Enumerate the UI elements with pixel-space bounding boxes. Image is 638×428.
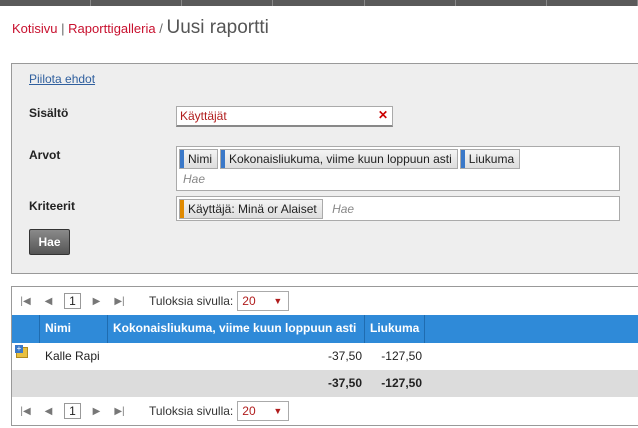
search-button[interactable]: Hae	[29, 229, 70, 255]
pager-top: |◀ ◀ 1 ▶ ▶| Tuloksia sivulla: 20 ▼	[12, 288, 638, 314]
filter-panel: Piilota ehdot Sisältö Käyttäjät ✕ Arvot …	[11, 63, 638, 274]
value-tag-nimi[interactable]: Nimi	[179, 149, 218, 169]
top-nav-bar	[0, 0, 638, 6]
row-change: -127,50	[381, 349, 422, 363]
total-change: -127,50	[381, 376, 422, 390]
hide-filters-link[interactable]: Piilota ehdot	[29, 72, 95, 86]
prev-page-icon[interactable]: ◀	[37, 296, 60, 307]
content-value: Käyttäjät	[180, 109, 227, 123]
table-header: Nimi Kokonaisliukuma, viime kuun loppuun…	[12, 315, 638, 343]
first-page-icon[interactable]: |◀	[14, 296, 37, 307]
row-name: Kalle Rapi	[45, 349, 100, 363]
content-select[interactable]: Käyttäjät ✕	[176, 106, 393, 127]
breadcrumb: Kotisivu | Raporttigalleria / Uusi rapor…	[12, 17, 269, 39]
results-panel: |◀ ◀ 1 ▶ ▶| Tuloksia sivulla: 20 ▼ Nimi K…	[11, 286, 638, 426]
per-page-label: Tuloksia sivulla:	[149, 404, 234, 418]
totals-row: -37,50 -127,50	[12, 370, 638, 397]
values-field[interactable]: Nimi Kokonaisliukuma, viime kuun loppuun …	[176, 146, 620, 191]
breadcrumb-separator: |	[61, 21, 65, 36]
pager-bottom: |◀ ◀ 1 ▶ ▶| Tuloksia sivulla: 20 ▼	[12, 398, 638, 424]
prev-page-icon[interactable]: ◀	[37, 406, 60, 417]
values-label: Arvot	[29, 148, 61, 162]
next-page-icon[interactable]: ▶	[85, 406, 108, 417]
breadcrumb-home[interactable]: Kotisivu	[12, 21, 58, 36]
per-page-select[interactable]: 20 ▼	[237, 401, 290, 421]
folder-expand-icon[interactable]: +	[15, 345, 28, 358]
row-total: -37,50	[327, 349, 362, 363]
values-search-input[interactable]: Hae	[179, 169, 617, 189]
criteria-label: Kriteerit	[29, 199, 76, 213]
value-tag-kokonaisliukuma[interactable]: Kokonaisliukuma, viime kuun loppuun asti	[220, 149, 458, 169]
last-page-icon[interactable]: ▶|	[108, 296, 131, 307]
content-label: Sisältö	[29, 106, 69, 120]
header-liukuma[interactable]: Liukuma	[365, 315, 425, 343]
criteria-field[interactable]: Käyttäjä: Minä or Alaiset Hae	[176, 196, 620, 221]
per-page-value: 20	[242, 404, 256, 418]
first-page-icon[interactable]: |◀	[14, 406, 37, 417]
header-kokonaisliukuma[interactable]: Kokonaisliukuma, viime kuun loppuun asti	[108, 315, 365, 343]
page-input[interactable]: 1	[64, 403, 81, 419]
page-input[interactable]: 1	[64, 293, 81, 309]
value-tag-liukuma[interactable]: Liukuma	[459, 149, 521, 169]
per-page-value: 20	[242, 294, 256, 308]
breadcrumb-separator: /	[159, 21, 163, 36]
breadcrumb-gallery[interactable]: Raporttigalleria	[68, 21, 155, 36]
dropdown-arrow-icon: ▼	[273, 406, 283, 416]
clear-icon[interactable]: ✕	[378, 108, 388, 122]
header-expand-col	[12, 315, 40, 343]
criteria-search-input[interactable]: Hae	[332, 202, 354, 216]
last-page-icon[interactable]: ▶|	[108, 406, 131, 417]
page-title: Uusi raportti	[166, 17, 269, 38]
criteria-tag-user[interactable]: Käyttäjä: Minä or Alaiset	[179, 199, 323, 219]
dropdown-arrow-icon: ▼	[273, 296, 283, 306]
next-page-icon[interactable]: ▶	[85, 296, 108, 307]
per-page-select[interactable]: 20 ▼	[237, 291, 290, 311]
per-page-label: Tuloksia sivulla:	[149, 294, 234, 308]
total-total: -37,50	[327, 376, 362, 390]
header-nimi[interactable]: Nimi	[40, 315, 108, 343]
table-row[interactable]: + Kalle Rapi -37,50 -127,50	[12, 343, 638, 370]
